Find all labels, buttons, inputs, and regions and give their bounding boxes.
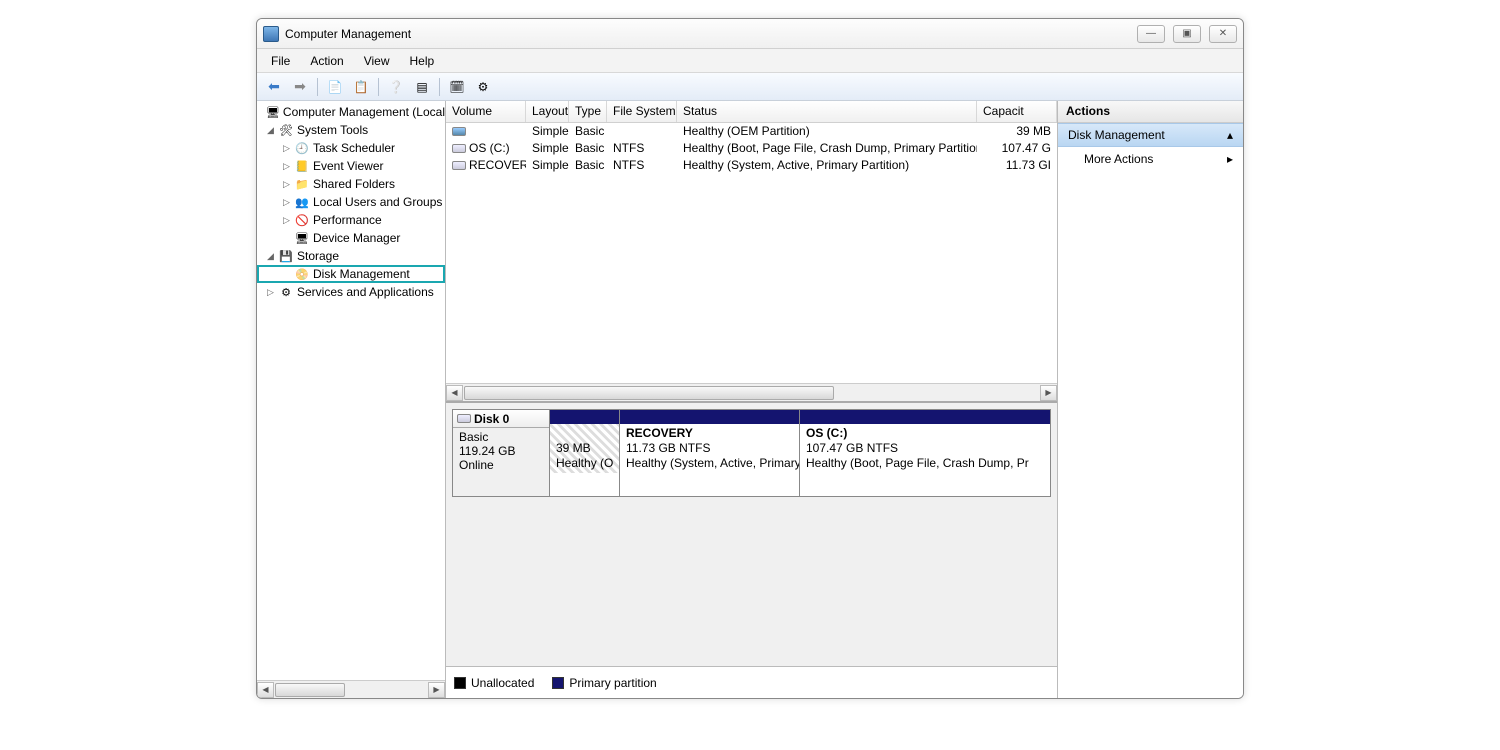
app-icon <box>263 26 279 42</box>
partition-os[interactable]: OS (C:) 107.47 GB NTFS Healthy (Boot, Pa… <box>800 409 1051 497</box>
users-icon: 👥 <box>294 194 310 210</box>
titlebar: Computer Management — ▣ ✕ <box>257 19 1243 49</box>
tree-local-users[interactable]: ▷👥 Local Users and Groups <box>257 193 445 211</box>
list-icon: ▤ <box>416 80 427 94</box>
col-filesystem[interactable]: File System <box>607 101 677 122</box>
tree-shared-folders[interactable]: ▷📁 Shared Folders <box>257 175 445 193</box>
partition-recovery[interactable]: RECOVERY 11.73 GB NTFS Healthy (System, … <box>620 409 800 497</box>
drive-icon <box>452 144 466 153</box>
back-button[interactable]: ⬅ <box>263 76 285 98</box>
col-capacity[interactable]: Capacit <box>977 101 1057 122</box>
tools-icon: 🛠 <box>278 122 294 138</box>
actions-header: Actions <box>1058 101 1243 123</box>
up-button[interactable]: 📄 <box>324 76 346 98</box>
properties-icon: 📋 <box>354 80 369 94</box>
tree-pane: 🖥 Computer Management (Local ◢🛠 System T… <box>257 101 446 698</box>
settings-button[interactable]: ⚙ <box>472 76 494 98</box>
tree-root[interactable]: 🖥 Computer Management (Local <box>257 103 445 121</box>
col-status[interactable]: Status <box>677 101 977 122</box>
volume-row[interactable]: OS (C:) Simple Basic NTFS Healthy (Boot,… <box>446 140 1057 157</box>
swatch-unallocated <box>454 677 466 689</box>
tree-system-tools[interactable]: ◢🛠 System Tools <box>257 121 445 139</box>
disk-row: Disk 0 Basic 119.24 GB Online 39 MB Heal… <box>452 409 1051 497</box>
device-icon: 🖥 <box>294 230 310 246</box>
window: Computer Management — ▣ ✕ File Action Vi… <box>256 18 1244 699</box>
disk-icon: 📀 <box>294 266 310 282</box>
forward-button[interactable]: ➡ <box>289 76 311 98</box>
tree-device-manager[interactable]: 🖥 Device Manager <box>257 229 445 247</box>
menu-help[interactable]: Help <box>400 51 445 71</box>
disk-icon <box>457 414 471 423</box>
computer-icon: 🖥 <box>266 104 280 120</box>
menubar: File Action View Help <box>257 49 1243 73</box>
legend: Unallocated Primary partition <box>446 666 1057 698</box>
tree-hscrollbar[interactable]: ◀ ▶ <box>257 680 445 698</box>
toolbar: ⬅ ➡ 📄 📋 ❔ ▤ 🗓 ⚙ <box>257 73 1243 101</box>
performance-icon: 🚫 <box>294 212 310 228</box>
help-icon: ❔ <box>389 80 404 94</box>
properties-button[interactable]: 📋 <box>350 76 372 98</box>
volume-hscrollbar[interactable]: ◀ ▶ <box>446 383 1057 401</box>
drive-icon <box>452 161 466 170</box>
tree-storage[interactable]: ◢💾 Storage <box>257 247 445 265</box>
clock-icon: 🕘 <box>294 140 310 156</box>
arrow-right-icon: ➡ <box>294 78 306 95</box>
tree-event-viewer[interactable]: ▷📒 Event Viewer <box>257 157 445 175</box>
col-layout[interactable]: Layout <box>526 101 569 122</box>
refresh-icon: 🗓 <box>449 80 464 94</box>
arrow-left-icon: ⬅ <box>268 78 280 95</box>
center-pane: Volume Layout Type File System Status Ca… <box>446 101 1058 698</box>
volume-list: Volume Layout Type File System Status Ca… <box>446 101 1057 401</box>
window-title: Computer Management <box>285 27 1137 41</box>
tree-performance[interactable]: ▷🚫 Performance <box>257 211 445 229</box>
maximize-button[interactable]: ▣ <box>1173 25 1201 43</box>
close-button[interactable]: ✕ <box>1209 25 1237 43</box>
menu-action[interactable]: Action <box>300 51 353 71</box>
drive-icon <box>452 127 466 136</box>
volume-row[interactable]: Simple Basic Healthy (OEM Partition) 39 … <box>446 123 1057 140</box>
tree-disk-management[interactable]: 📀 Disk Management <box>257 265 445 283</box>
chevron-right-icon: ▸ <box>1227 152 1233 166</box>
action-more-actions[interactable]: More Actions ▸ <box>1058 147 1243 171</box>
services-icon: ⚙ <box>278 284 294 300</box>
col-type[interactable]: Type <box>569 101 607 122</box>
col-volume[interactable]: Volume <box>446 101 526 122</box>
help-button[interactable]: ❔ <box>385 76 407 98</box>
disk-graphic-pane: Disk 0 Basic 119.24 GB Online 39 MB Heal… <box>446 401 1057 698</box>
swatch-primary <box>552 677 564 689</box>
gear-icon: ⚙ <box>478 80 489 94</box>
action-disk-management[interactable]: Disk Management ▴ <box>1058 123 1243 147</box>
storage-icon: 💾 <box>278 248 294 264</box>
volume-row[interactable]: RECOVERY Simple Basic NTFS Healthy (Syst… <box>446 157 1057 174</box>
event-icon: 📒 <box>294 158 310 174</box>
volume-header: Volume Layout Type File System Status Ca… <box>446 101 1057 123</box>
refresh-button[interactable]: 🗓 <box>446 76 468 98</box>
minimize-button[interactable]: — <box>1137 25 1165 43</box>
folder-up-icon: 📄 <box>328 80 343 94</box>
tree-services[interactable]: ▷⚙ Services and Applications <box>257 283 445 301</box>
folder-icon: 📁 <box>294 176 310 192</box>
disk-info[interactable]: Disk 0 Basic 119.24 GB Online <box>452 409 550 497</box>
view-button[interactable]: ▤ <box>411 76 433 98</box>
collapse-up-icon: ▴ <box>1227 128 1233 142</box>
partition-oem[interactable]: 39 MB Healthy (O <box>550 409 620 497</box>
actions-pane: Actions Disk Management ▴ More Actions ▸ <box>1058 101 1243 698</box>
menu-file[interactable]: File <box>261 51 300 71</box>
tree-task-scheduler[interactable]: ▷🕘 Task Scheduler <box>257 139 445 157</box>
menu-view[interactable]: View <box>354 51 400 71</box>
